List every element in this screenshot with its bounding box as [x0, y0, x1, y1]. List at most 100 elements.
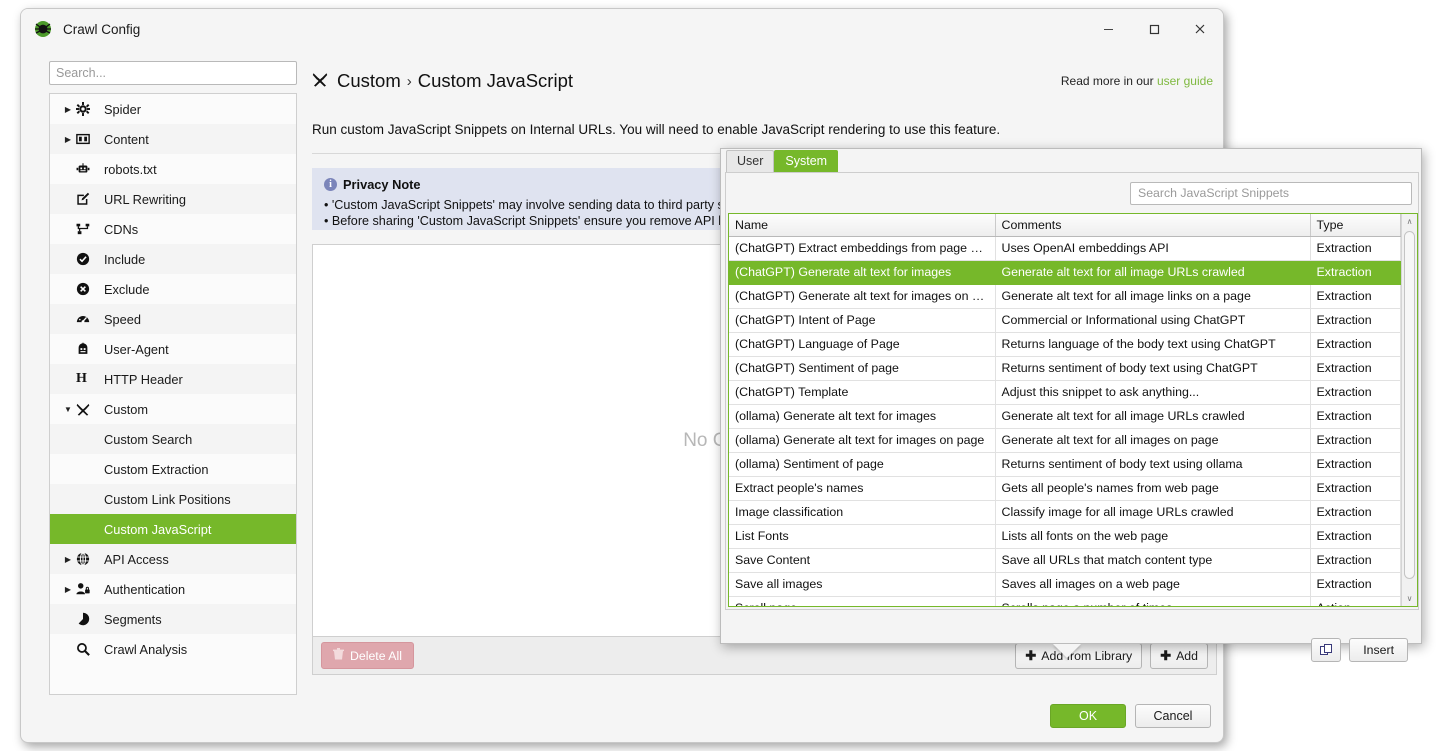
table-row[interactable]: (ChatGPT) Generate alt text for imagesGe… [729, 260, 1401, 284]
sidebar-item-spider[interactable]: ▶ Spider [50, 94, 296, 124]
user-lock-icon [76, 582, 100, 596]
tree-indent [60, 165, 76, 174]
sidebar-item-crawl-analysis[interactable]: Crawl Analysis [50, 634, 296, 664]
cell-comments: Returns sentiment of body text using oll… [995, 452, 1310, 476]
sidebar-item-content[interactable]: ▶Content [50, 124, 296, 154]
chevron-right-icon[interactable]: ▶ [60, 555, 76, 564]
sidebar-item-user-agent[interactable]: User-Agent [50, 334, 296, 364]
sidebar-item-label: Spider [104, 102, 141, 117]
chevron-right-icon[interactable]: ▶ [60, 585, 76, 594]
table-row[interactable]: (ChatGPT) Generate alt text for images o… [729, 284, 1401, 308]
scroll-up-button[interactable]: ∧ [1402, 214, 1417, 229]
settings-tree[interactable]: ▶ Spider ▶Content robots.txt URL Rewriting… [49, 93, 297, 695]
cell-name: (ChatGPT) Generate alt text for images o… [729, 284, 995, 308]
table-row[interactable]: (ollama) Generate alt text for imagesGen… [729, 404, 1401, 428]
column-header-name[interactable]: Name [729, 214, 995, 236]
window-title: Crawl Config [63, 22, 140, 37]
sidebar-item-label: Segments [104, 612, 162, 627]
cell-comments: Returns sentiment of body text using Cha… [995, 356, 1310, 380]
sidebar-item-label: User-Agent [104, 342, 169, 357]
cell-comments: Generate alt text for all images on page [995, 428, 1310, 452]
sidebar-item-segments[interactable]: Segments [50, 604, 296, 634]
robot-icon [76, 162, 100, 176]
sidebar-item-http-header[interactable]: HHTTP Header [50, 364, 296, 394]
table-row[interactable]: (ollama) Sentiment of pageReturns sentim… [729, 452, 1401, 476]
sidebar-item-url-rewriting[interactable]: URL Rewriting [50, 184, 296, 214]
sitemap-icon [76, 222, 100, 236]
title-bar: Crawl Config [21, 9, 1223, 49]
user-guide-link[interactable]: user guide [1157, 74, 1213, 88]
table-row[interactable]: (ChatGPT) TemplateAdjust this snippet to… [729, 380, 1401, 404]
cell-name: Extract people's names [729, 476, 995, 500]
sidebar: ▶ Spider ▶Content robots.txt URL Rewriting… [49, 61, 297, 697]
table-row[interactable]: (ChatGPT) Extract embeddings from page c… [729, 236, 1401, 260]
table-vertical-scrollbar[interactable]: ∧ ∨ [1401, 214, 1417, 606]
sidebar-item-label: HTTP Header [104, 372, 183, 387]
table-row[interactable]: (ChatGPT) Sentiment of pageReturns senti… [729, 356, 1401, 380]
table-row[interactable]: (ChatGPT) Intent of PageCommercial or In… [729, 308, 1401, 332]
spider-icon [33, 19, 53, 39]
cell-name: Image classification [729, 500, 995, 524]
sidebar-item-custom[interactable]: ▼Custom [50, 394, 296, 424]
scroll-down-button[interactable]: ∨ [1402, 591, 1417, 606]
insert-button[interactable]: Insert [1349, 638, 1408, 662]
table-row[interactable]: List FontsLists all fonts on the web pag… [729, 524, 1401, 548]
sidebar-item-label: URL Rewriting [104, 192, 186, 207]
table-row[interactable]: (ollama) Generate alt text for images on… [729, 428, 1401, 452]
maximize-button[interactable] [1131, 9, 1177, 49]
sidebar-item-include[interactable]: Include [50, 244, 296, 274]
sidebar-item-speed[interactable]: Speed [50, 304, 296, 334]
copy-button[interactable] [1311, 638, 1341, 662]
minimize-button[interactable] [1085, 9, 1131, 49]
sidebar-item-custom-extraction[interactable]: Custom Extraction [50, 454, 296, 484]
chevron-down-icon[interactable]: ▼ [60, 405, 76, 414]
cell-type: Extraction [1310, 284, 1401, 308]
sidebar-item-custom-javascript[interactable]: Custom JavaScript [50, 514, 296, 544]
tab-system[interactable]: System [774, 150, 838, 172]
sidebar-item-custom-search[interactable]: Custom Search [50, 424, 296, 454]
info-icon: i [324, 178, 337, 191]
pie-chart-icon [76, 612, 100, 626]
tree-indent [60, 525, 76, 534]
sidebar-item-robots-txt[interactable]: robots.txt [50, 154, 296, 184]
sidebar-item-cdns[interactable]: CDNs [50, 214, 296, 244]
dialog-footer: OK Cancel [1050, 704, 1211, 728]
cell-comments: Save all URLs that match content type [995, 548, 1310, 572]
sidebar-item-exclude[interactable]: Exclude [50, 274, 296, 304]
globe-icon [76, 552, 100, 566]
library-search-input[interactable] [1130, 182, 1412, 205]
chevron-right-icon[interactable]: ▶ [60, 135, 76, 144]
table-row[interactable]: Scroll pageScrolls page a number of time… [729, 596, 1401, 606]
cell-type: Extraction [1310, 236, 1401, 260]
sidebar-item-api-access[interactable]: ▶API Access [50, 544, 296, 574]
library-tabs[interactable]: UserSystem [721, 149, 1421, 172]
cell-comments: Adjust this snippet to ask anything... [995, 380, 1310, 404]
breadcrumb-parent[interactable]: Custom [337, 70, 401, 92]
sidebar-item-authentication[interactable]: ▶Authentication [50, 574, 296, 604]
table-row[interactable]: Save ContentSave all URLs that match con… [729, 548, 1401, 572]
cell-type: Extraction [1310, 524, 1401, 548]
table-row[interactable]: (ChatGPT) Language of PageReturns langua… [729, 332, 1401, 356]
cell-type: Extraction [1310, 572, 1401, 596]
scrollbar-thumb[interactable] [1404, 231, 1415, 579]
sidebar-item-label: Include [104, 252, 145, 267]
table-row[interactable]: Image classificationClassify image for a… [729, 500, 1401, 524]
table-row[interactable]: Save all imagesSaves all images on a web… [729, 572, 1401, 596]
close-button[interactable] [1177, 9, 1223, 49]
table-header-row: Name Comments Type [729, 214, 1401, 236]
search-input[interactable] [49, 61, 297, 85]
chevron-right-icon[interactable]: ▶ [60, 105, 76, 114]
column-header-type[interactable]: Type [1310, 214, 1401, 236]
sidebar-item-custom-link-positions[interactable]: Custom Link Positions [50, 484, 296, 514]
column-header-comments[interactable]: Comments [995, 214, 1310, 236]
snippets-table[interactable]: Name Comments Type (ChatGPT) Extract emb… [729, 214, 1401, 606]
snippets-table-scroll: Name Comments Type (ChatGPT) Extract emb… [729, 214, 1401, 606]
copy-icon [1320, 644, 1333, 657]
cancel-button[interactable]: Cancel [1135, 704, 1211, 728]
ok-button[interactable]: OK [1050, 704, 1126, 728]
tab-user[interactable]: User [726, 150, 774, 172]
cell-name: (ollama) Generate alt text for images on… [729, 428, 995, 452]
table-row[interactable]: Extract people's namesGets all people's … [729, 476, 1401, 500]
magnifier-icon [76, 642, 100, 656]
delete-all-button[interactable]: Delete All [321, 642, 414, 669]
